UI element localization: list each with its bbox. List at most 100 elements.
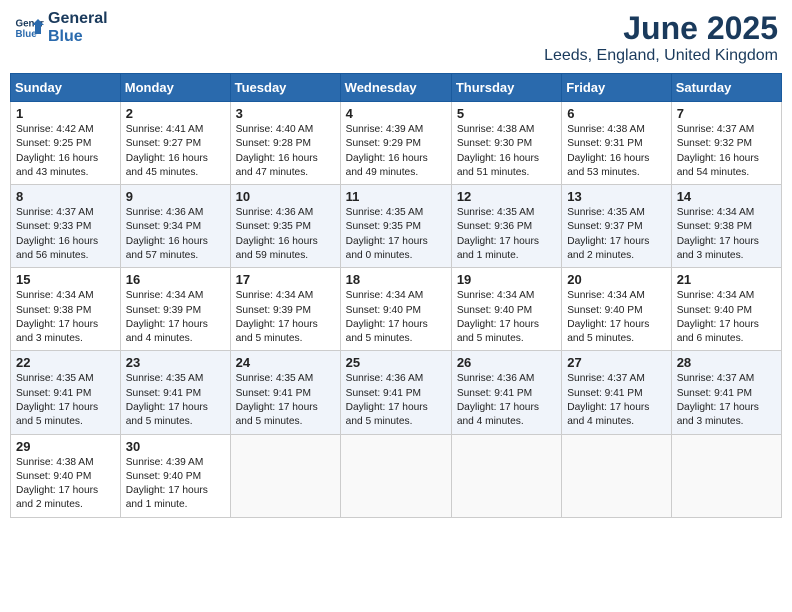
day-info: Sunrise: 4:38 AM Sunset: 9:30 PM Dayligh… [457,123,556,180]
day-info: Sunrise: 4:34 AM Sunset: 9:38 PM Dayligh… [677,206,776,263]
day-info: Sunrise: 4:37 AM Sunset: 9:33 PM Dayligh… [16,206,115,263]
calendar-cell: 5 Sunrise: 4:38 AM Sunset: 9:30 PM Daylig… [451,102,561,185]
day-number: 22 [16,355,115,370]
day-info: Sunrise: 4:34 AM Sunset: 9:38 PM Dayligh… [16,289,115,346]
calendar-cell: 7Sunrise: 4:37 AM Sunset: 9:32 PM Daylig… [671,102,781,185]
week-row-5: 29 Sunrise: 4:38 AM Sunset: 9:40 PM Dayli… [11,434,782,517]
day-number: 10 [236,189,335,204]
calendar-cell [671,434,781,517]
day-info: Sunrise: 4:39 AM Sunset: 9:29 PM Dayligh… [346,123,446,180]
day-number: 25 [346,355,446,370]
calendar-cell: 2 Sunrise: 4:41 AM Sunset: 9:27 PM Daylig… [120,102,230,185]
day-info: Sunrise: 4:39 AM Sunset: 9:40 PM Dayligh… [126,456,225,513]
day-number: 19 [457,272,556,287]
day-number: 23 [126,355,225,370]
calendar-cell: 1 Sunrise: 4:42 AM Sunset: 9:25 PM Daylig… [11,102,121,185]
day-info: Sunrise: 4:36 AM Sunset: 9:35 PM Dayligh… [236,206,335,263]
day-info: Sunrise: 4:35 AM Sunset: 9:41 PM Dayligh… [16,372,115,429]
day-info: Sunrise: 4:34 AM Sunset: 9:39 PM Dayligh… [236,289,335,346]
day-number: 12 [457,189,556,204]
calendar-cell [340,434,451,517]
logo-icon: General Blue [14,13,44,43]
weekday-header-saturday: Saturday [671,74,781,102]
weekday-header-sunday: Sunday [11,74,121,102]
day-number: 1 [16,106,115,121]
day-number: 29 [16,439,115,454]
day-number: 2 [126,106,225,121]
day-info: Sunrise: 4:38 AM Sunset: 9:40 PM Dayligh… [16,456,115,513]
day-number: 8 [16,189,115,204]
day-info: Sunrise: 4:35 AM Sunset: 9:35 PM Dayligh… [346,206,446,263]
calendar-cell: 16 Sunrise: 4:34 AM Sunset: 9:39 PM Dayli… [120,268,230,351]
calendar-cell [562,434,671,517]
calendar-cell: 30 Sunrise: 4:39 AM Sunset: 9:40 PM Dayli… [120,434,230,517]
day-info: Sunrise: 4:34 AM Sunset: 9:39 PM Dayligh… [126,289,225,346]
calendar-cell: 18Sunrise: 4:34 AM Sunset: 9:40 PM Dayli… [340,268,451,351]
day-info: Sunrise: 4:36 AM Sunset: 9:34 PM Dayligh… [126,206,225,263]
week-row-1: 1 Sunrise: 4:42 AM Sunset: 9:25 PM Daylig… [11,102,782,185]
day-info: Sunrise: 4:42 AM Sunset: 9:25 PM Dayligh… [16,123,115,180]
calendar-cell: 25 Sunrise: 4:36 AM Sunset: 9:41 PM Dayli… [340,351,451,434]
day-info: Sunrise: 4:34 AM Sunset: 9:40 PM Dayligh… [457,289,556,346]
day-number: 16 [126,272,225,287]
week-row-4: 22 Sunrise: 4:35 AM Sunset: 9:41 PM Dayli… [11,351,782,434]
weekday-header-friday: Friday [562,74,671,102]
day-number: 24 [236,355,335,370]
day-info: Sunrise: 4:36 AM Sunset: 9:41 PM Dayligh… [346,372,446,429]
logo-general: General [48,10,108,28]
day-number: 15 [16,272,115,287]
day-info: Sunrise: 4:35 AM Sunset: 9:41 PM Dayligh… [236,372,335,429]
day-info: Sunrise: 4:37 AM Sunset: 9:32 PM Dayligh… [677,123,776,180]
day-number: 3 [236,106,335,121]
calendar-cell: 6Sunrise: 4:38 AM Sunset: 9:31 PM Daylig… [562,102,671,185]
day-number: 28 [677,355,776,370]
day-number: 20 [567,272,665,287]
day-info: Sunrise: 4:35 AM Sunset: 9:41 PM Dayligh… [126,372,225,429]
day-info: Sunrise: 4:37 AM Sunset: 9:41 PM Dayligh… [677,372,776,429]
weekday-header-tuesday: Tuesday [230,74,340,102]
calendar-cell: 19 Sunrise: 4:34 AM Sunset: 9:40 PM Dayli… [451,268,561,351]
week-row-3: 15 Sunrise: 4:34 AM Sunset: 9:38 PM Dayli… [11,268,782,351]
calendar-cell: 14Sunrise: 4:34 AM Sunset: 9:38 PM Dayli… [671,185,781,268]
weekday-header-monday: Monday [120,74,230,102]
calendar-cell: 10 Sunrise: 4:36 AM Sunset: 9:35 PM Dayli… [230,185,340,268]
calendar-cell: 13 Sunrise: 4:35 AM Sunset: 9:37 PM Dayli… [562,185,671,268]
page-header: General Blue General Blue June 2025 Leed… [10,10,782,65]
calendar-cell: 26 Sunrise: 4:36 AM Sunset: 9:41 PM Dayli… [451,351,561,434]
calendar-cell: 17 Sunrise: 4:34 AM Sunset: 9:39 PM Dayli… [230,268,340,351]
day-info: Sunrise: 4:34 AM Sunset: 9:40 PM Dayligh… [567,289,665,346]
calendar-cell: 11Sunrise: 4:35 AM Sunset: 9:35 PM Dayli… [340,185,451,268]
day-number: 13 [567,189,665,204]
day-number: 30 [126,439,225,454]
day-info: Sunrise: 4:41 AM Sunset: 9:27 PM Dayligh… [126,123,225,180]
day-info: Sunrise: 4:36 AM Sunset: 9:41 PM Dayligh… [457,372,556,429]
day-number: 17 [236,272,335,287]
day-number: 26 [457,355,556,370]
calendar-table: SundayMondayTuesdayWednesdayThursdayFrid… [10,73,782,518]
day-number: 18 [346,272,446,287]
calendar-cell: 24 Sunrise: 4:35 AM Sunset: 9:41 PM Dayli… [230,351,340,434]
day-number: 21 [677,272,776,287]
calendar-cell: 4 Sunrise: 4:39 AM Sunset: 9:29 PM Daylig… [340,102,451,185]
calendar-cell: 22 Sunrise: 4:35 AM Sunset: 9:41 PM Dayli… [11,351,121,434]
day-info: Sunrise: 4:37 AM Sunset: 9:41 PM Dayligh… [567,372,665,429]
day-number: 4 [346,106,446,121]
calendar-cell: 20 Sunrise: 4:34 AM Sunset: 9:40 PM Dayli… [562,268,671,351]
day-info: Sunrise: 4:34 AM Sunset: 9:40 PM Dayligh… [677,289,776,346]
location: Leeds, England, United Kingdom [544,47,778,65]
calendar-cell: 9Sunrise: 4:36 AM Sunset: 9:34 PM Daylig… [120,185,230,268]
calendar-cell: 23 Sunrise: 4:35 AM Sunset: 9:41 PM Dayli… [120,351,230,434]
day-number: 5 [457,106,556,121]
calendar-cell: 21 Sunrise: 4:34 AM Sunset: 9:40 PM Dayli… [671,268,781,351]
logo-blue: Blue [48,28,108,46]
calendar-cell: 15 Sunrise: 4:34 AM Sunset: 9:38 PM Dayli… [11,268,121,351]
calendar-cell [230,434,340,517]
weekday-header-thursday: Thursday [451,74,561,102]
calendar-cell [451,434,561,517]
day-info: Sunrise: 4:35 AM Sunset: 9:37 PM Dayligh… [567,206,665,263]
week-row-2: 8 Sunrise: 4:37 AM Sunset: 9:33 PM Daylig… [11,185,782,268]
day-info: Sunrise: 4:40 AM Sunset: 9:28 PM Dayligh… [236,123,335,180]
calendar-cell: 27Sunrise: 4:37 AM Sunset: 9:41 PM Dayli… [562,351,671,434]
svg-text:Blue: Blue [16,29,38,40]
calendar-cell: 3 Sunrise: 4:40 AM Sunset: 9:28 PM Daylig… [230,102,340,185]
